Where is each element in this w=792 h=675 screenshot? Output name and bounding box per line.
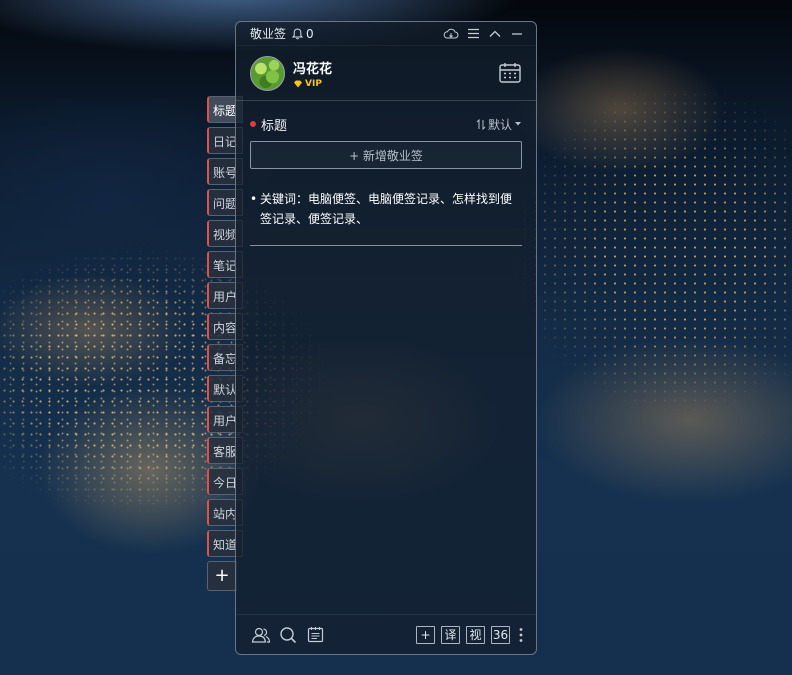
username[interactable]: 冯花花 xyxy=(293,58,332,77)
chevron-up-icon xyxy=(489,30,501,37)
notification-count: 0 xyxy=(306,26,314,41)
note-text: 关键词：电脑便签、电脑便签记录、怎样找到便签记录、便签记录、 xyxy=(260,192,513,226)
bell-icon xyxy=(292,27,304,39)
notebook-button[interactable] xyxy=(304,624,326,646)
user-info: 冯花花 VIP xyxy=(293,58,332,89)
notebook-icon xyxy=(307,627,323,643)
app-name: 敬业签 xyxy=(250,27,287,41)
section-title: 标题 xyxy=(261,118,288,134)
caret-down-icon xyxy=(515,122,521,126)
red-dot-indicator xyxy=(250,121,256,127)
vip-label: VIP xyxy=(305,78,322,89)
more-vertical-icon xyxy=(519,627,523,642)
add-tab-button[interactable]: + xyxy=(207,561,237,591)
note-bullet: • xyxy=(250,192,258,206)
add-note-button[interactable]: + 新增敬业签 xyxy=(250,141,522,169)
search-button[interactable] xyxy=(277,624,299,646)
vip-badge: VIP xyxy=(293,79,332,89)
sort-label: 默认 xyxy=(487,117,512,132)
translate-button[interactable]: 译 xyxy=(441,625,460,644)
search-icon xyxy=(280,626,297,643)
section-header: 标题 默认 xyxy=(236,101,536,135)
team-button[interactable] xyxy=(250,624,272,646)
menu-icon xyxy=(467,28,479,39)
note-item[interactable]: • 关键词：电脑便签、电脑便签记录、怎样找到便签记录、便签记录、 xyxy=(250,189,522,246)
profile-header: 冯花花 VIP xyxy=(236,46,536,101)
people-icon xyxy=(251,627,271,643)
avatar[interactable] xyxy=(250,55,285,91)
more-button[interactable] xyxy=(516,627,526,643)
cloud-sync-button[interactable] xyxy=(440,25,462,43)
add-button[interactable]: + xyxy=(416,625,435,644)
calendar-button[interactable] xyxy=(498,61,522,85)
bottom-toolbar: + 译 视 36 xyxy=(236,614,536,654)
notification-button[interactable]: 0 xyxy=(292,27,314,41)
note-widget: 敬业签 0 冯花花 VIP 标题 默认 + 新增敬业签 • 关键词：电脑便签、电… xyxy=(235,21,537,655)
sort-dropdown[interactable]: 默认 xyxy=(476,116,522,133)
calendar-icon xyxy=(499,63,521,83)
minimize-button[interactable] xyxy=(506,25,528,43)
count-button[interactable]: 36 xyxy=(491,625,510,644)
minimize-icon xyxy=(512,32,522,35)
diamond-icon xyxy=(294,80,302,87)
title-bar: 敬业签 0 xyxy=(236,22,536,46)
collapse-button[interactable] xyxy=(484,25,506,43)
sort-icon xyxy=(476,118,486,130)
view-button[interactable]: 视 xyxy=(466,625,485,644)
menu-button[interactable] xyxy=(462,25,484,43)
cloud-icon xyxy=(443,28,459,38)
